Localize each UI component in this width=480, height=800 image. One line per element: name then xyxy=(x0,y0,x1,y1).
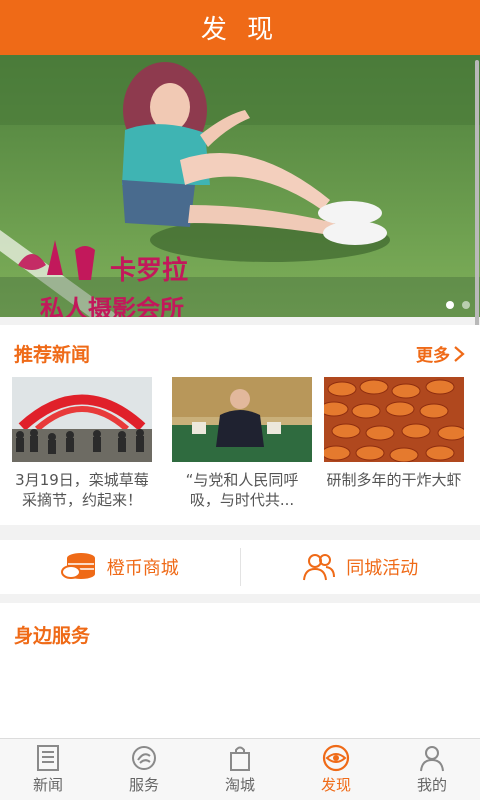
banner-caption-sub: 私人摄影会所 xyxy=(40,295,184,317)
people-icon xyxy=(303,554,336,581)
tab-service[interactable]: 服务 xyxy=(96,739,192,800)
news-thumbnail-1 xyxy=(12,377,152,462)
local-events-button[interactable]: 同城活动 xyxy=(241,540,480,594)
tab-label-news: 新闻 xyxy=(32,776,63,794)
newspaper-icon xyxy=(37,745,59,771)
service-icon xyxy=(132,746,156,770)
tab-discover[interactable]: 发现 xyxy=(288,739,384,800)
tab-news[interactable]: 新闻 xyxy=(0,739,96,800)
tab-label-service: 服务 xyxy=(128,776,159,794)
tab-label-discover: 发现 xyxy=(320,776,351,794)
more-news-link[interactable]: 更多 xyxy=(416,341,466,366)
carousel-dot-2[interactable] xyxy=(462,301,470,309)
nearby-services-section: 身边服务 xyxy=(0,603,480,738)
banner-carousel[interactable]: 卡罗拉 私人摄影会所 xyxy=(0,55,480,317)
coins-icon xyxy=(60,553,95,579)
quick-links: 橙币商城 同城活动 xyxy=(0,540,480,594)
service-section-title: 身边服务 xyxy=(14,625,91,647)
news-text-3: 研制多年的干炸大虾 xyxy=(326,471,462,489)
news-item-1[interactable]: 3月19日，栾城草莓采摘节，约起来！ xyxy=(12,377,152,510)
more-label: 更多 xyxy=(416,346,450,366)
banner-image: 卡罗拉 私人摄影会所 xyxy=(0,55,480,317)
eye-icon xyxy=(322,744,350,772)
tab-label-mine: 我的 xyxy=(416,776,447,794)
page-title: 发 现 xyxy=(0,0,480,55)
banner-caption-brand: 卡罗拉 xyxy=(110,255,188,285)
carousel-dot-1[interactable] xyxy=(446,301,454,309)
shopping-bag-icon xyxy=(230,746,250,771)
orange-coin-mall-button[interactable]: 橙币商城 xyxy=(0,540,240,594)
tab-shop[interactable]: 淘城 xyxy=(192,739,288,800)
news-item-3[interactable]: 研制多年的干炸大虾 xyxy=(324,377,464,510)
carousel-dots[interactable] xyxy=(446,301,470,309)
tab-mine[interactable]: 我的 xyxy=(384,739,480,800)
news-thumbnail-2 xyxy=(172,377,312,462)
recommended-news-section: 推荐新闻 更多 3月19日，栾城草莓采摘节，约起来！ “与党和人民同呼吸，与时代… xyxy=(0,325,480,525)
news-thumbnail-3 xyxy=(324,377,464,462)
tab-label-shop: 淘城 xyxy=(224,776,255,794)
orange-coin-mall-label: 橙币商城 xyxy=(106,558,179,579)
news-text-1: 3月19日，栾城草莓采摘节，约起来！ xyxy=(15,471,149,509)
chevron-right-icon xyxy=(454,345,465,362)
news-item-2[interactable]: “与党和人民同呼吸，与时代共... xyxy=(172,377,312,510)
news-text-2: “与党和人民同呼吸，与时代共... xyxy=(185,471,299,509)
bottom-tab-bar: 新闻 服务 淘城 发现 我的 xyxy=(0,738,480,800)
local-events-label: 同城活动 xyxy=(346,558,419,579)
person-icon xyxy=(420,746,444,772)
news-section-title: 推荐新闻 xyxy=(14,344,91,366)
